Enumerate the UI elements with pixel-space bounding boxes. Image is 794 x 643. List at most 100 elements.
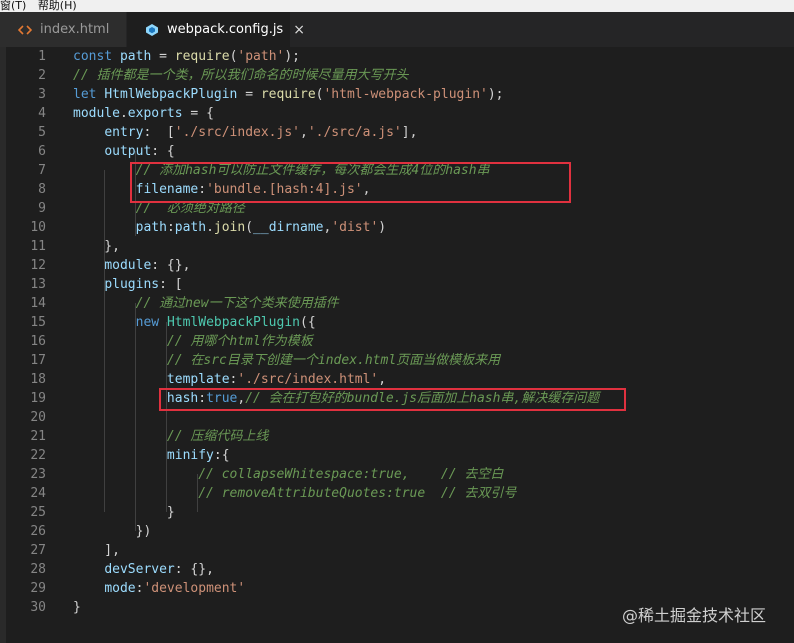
line-code: ], [73, 541, 120, 560]
line-code: module.exports = { [73, 104, 214, 123]
code-line[interactable]: 4 module.exports = { [0, 104, 794, 123]
code-token: = { [182, 106, 214, 121]
code-token: new [135, 315, 167, 330]
line-number: 21 [30, 429, 46, 444]
line-code: // removeAttributeQuotes:true // 去双引号 [73, 484, 516, 503]
code-token: // 在src目录下创建一个index.html页面当做模板来用 [166, 353, 501, 368]
code-line[interactable]: 25 } [0, 503, 794, 522]
code-line[interactable]: 21 // 压缩代码上线 [0, 427, 794, 446]
code-line[interactable]: 13 plugins: [ [0, 275, 794, 294]
line-number: 1 [38, 49, 46, 64]
code-token: }) [73, 524, 152, 539]
menu-bar: 窗(T) 帮助(H) [0, 0, 794, 12]
code-token: // 必须绝对路径 [135, 201, 245, 216]
highlight-box-hash [159, 388, 626, 411]
code-line[interactable]: 16 // 用哪个html作为模板 [0, 332, 794, 351]
menu-item-help[interactable]: 帮助(H) [38, 0, 77, 11]
line-number: 29 [30, 581, 46, 596]
code-line[interactable]: 12 module: {}, [0, 256, 794, 275]
code-token: template [166, 372, 230, 387]
tab-bar: index.html webpack.config.js × [0, 12, 794, 47]
code-token: :{ [213, 448, 230, 463]
code-token: // 通过new一下这个类来使用插件 [135, 296, 339, 311]
line-code: let HtmlWebpackPlugin = require('html-we… [73, 85, 504, 104]
code-line[interactable]: 10 path:path.join(__dirname,'dist') [0, 218, 794, 237]
code-line[interactable]: 17 // 在src目录下创建一个index.html页面当做模板来用 [0, 351, 794, 370]
code-token: : { [151, 144, 175, 159]
code-token: // collapseWhitespace:true, // 去空白 [198, 467, 504, 482]
code-line[interactable]: 6 output: { [0, 142, 794, 161]
code-token: join [213, 220, 246, 235]
line-code: module: {}, [73, 256, 190, 275]
code-line[interactable]: 2 // 插件都是一个类，所以我们命名的时候尽量用大写开头 [0, 66, 794, 85]
line-number: 24 [30, 486, 46, 501]
code-token: entry [104, 125, 144, 140]
code-line[interactable]: 24 // removeAttributeQuotes:true // 去双引号 [0, 484, 794, 503]
code-line[interactable]: 15 new HtmlWebpackPlugin({ [0, 313, 794, 332]
code-line[interactable]: 14 // 通过new一下这个类来使用插件 [0, 294, 794, 313]
line-code: } [73, 598, 81, 617]
line-number: 14 [30, 296, 46, 311]
code-line[interactable]: 26 }) [0, 522, 794, 541]
line-number: 11 [30, 239, 46, 254]
line-number: 12 [30, 258, 46, 273]
code-line[interactable]: 18 template:'./src/index.html', [0, 370, 794, 389]
line-code: output: { [73, 142, 175, 161]
code-line[interactable]: 22 minify:{ [0, 446, 794, 465]
code-token: = [151, 49, 175, 64]
close-icon[interactable]: × [293, 22, 305, 38]
code-token: HtmlWebpackPlugin [166, 315, 300, 330]
line-number: 8 [38, 182, 46, 197]
code-line[interactable]: 3 let HtmlWebpackPlugin = require('html-w… [0, 85, 794, 104]
code-line[interactable]: 5 entry: ['./src/index.js','./src/a.js']… [0, 123, 794, 142]
code-token: mode [104, 581, 136, 596]
line-number: 17 [30, 353, 46, 368]
tab-webpack-config[interactable]: webpack.config.js × [127, 12, 305, 47]
code-line[interactable]: 11 }, [0, 237, 794, 256]
code-line[interactable]: 23 // collapseWhitespace:true, // 去空白 [0, 465, 794, 484]
code-token: require [260, 87, 316, 102]
code-token: ( [245, 220, 254, 235]
code-token: // 压缩代码上线 [166, 429, 269, 444]
line-number: 22 [30, 448, 46, 463]
line-number: 13 [30, 277, 46, 292]
code-line[interactable]: 28 devServer: {}, [0, 560, 794, 579]
code-token: // removeAttributeQuotes:true // 去双引号 [198, 486, 517, 501]
webpack-cube-icon [145, 23, 159, 37]
line-code: // collapseWhitespace:true, // 去空白 [73, 465, 503, 484]
code-editor[interactable]: 1 const path = require('path'); 2 // 插件都是一个… [0, 47, 794, 643]
code-token: // 插件都是一个类，所以我们命名的时候尽量用大写开头 [73, 68, 409, 83]
code-token: './src/index.js' [174, 125, 300, 140]
code-line[interactable]: 1 const path = require('path'); [0, 47, 794, 66]
indent-guide [166, 322, 167, 512]
code-token: ); [284, 49, 301, 64]
code-token: module [73, 106, 120, 121]
code-token: , [300, 125, 308, 140]
highlight-box-filename [130, 162, 571, 203]
html-tag-icon [18, 23, 32, 37]
code-line[interactable]: 29 mode:'development' [0, 579, 794, 598]
code-token: 'dist' [331, 220, 379, 235]
code-line[interactable]: 27 ], [0, 541, 794, 560]
code-token: : {}, [174, 562, 214, 577]
line-code: entry: ['./src/index.js','./src/a.js'], [73, 123, 417, 142]
code-token: module [104, 258, 152, 273]
code-token: : [ [159, 277, 183, 292]
line-number: 28 [30, 562, 46, 577]
line-code: minify:{ [73, 446, 230, 465]
line-number: 9 [38, 201, 46, 216]
line-number: 2 [38, 68, 46, 83]
line-number: 16 [30, 334, 46, 349]
line-number: 23 [30, 467, 46, 482]
menu-item-window[interactable]: 窗(T) [0, 0, 26, 11]
line-number: 10 [30, 220, 46, 235]
line-number: 20 [30, 410, 46, 425]
line-code: const path = require('path'); [73, 47, 300, 66]
tab-index-html[interactable]: index.html [0, 12, 126, 47]
code-token: let [73, 87, 105, 102]
